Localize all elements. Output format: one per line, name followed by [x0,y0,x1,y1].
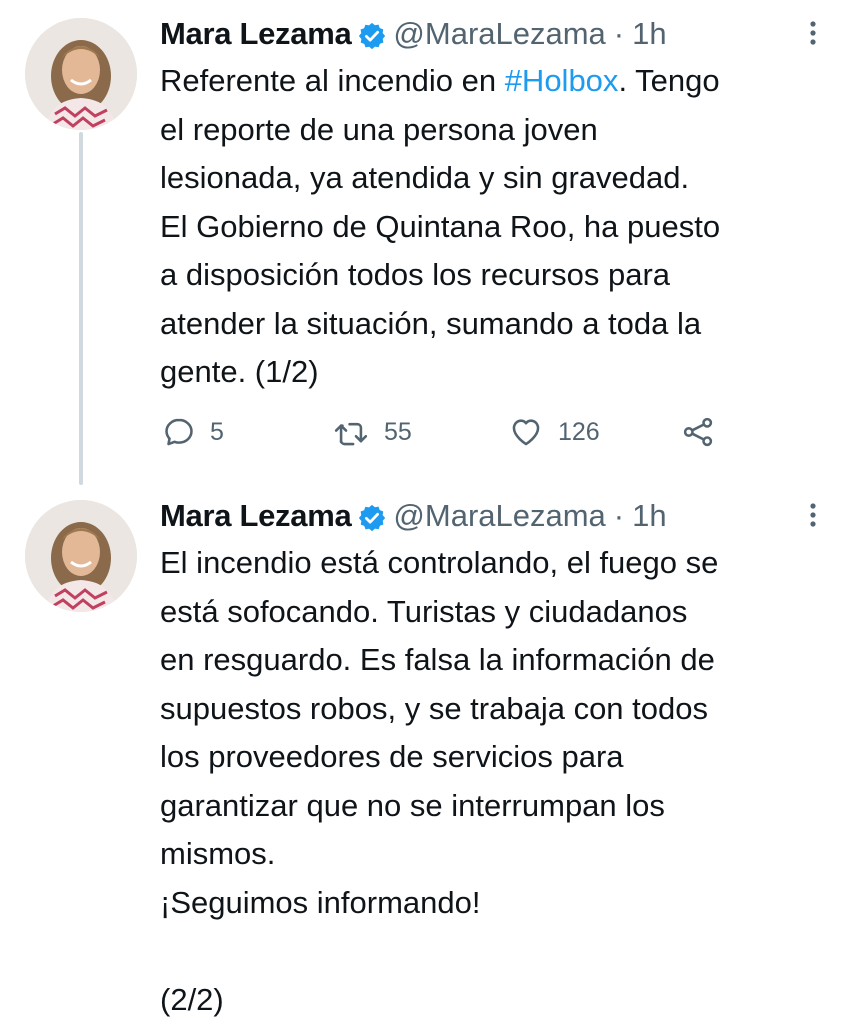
more-options-icon[interactable] [806,18,820,48]
like-count: 126 [558,417,600,446]
handle[interactable]: @MaraLezama [393,494,605,538]
thread-connector-line [79,132,83,485]
reply-count: 5 [210,417,224,446]
tweet-header: Mara Lezama @MaraLezama · 1h [160,494,667,538]
more-options-icon[interactable] [806,500,820,530]
tweet-text-part: Referente al incendio en [160,63,505,98]
avatar[interactable] [25,18,137,130]
avatar[interactable] [25,500,137,612]
tweet-text: El incendio está controlando, el fuego s… [160,545,719,1017]
reply-button[interactable]: 5 [162,410,224,454]
tweet-actions: 5 55 126 [160,410,760,454]
verified-badge-icon [357,19,387,50]
retweet-count: 55 [384,417,412,446]
hashtag-link[interactable]: #Holbox [505,63,619,98]
share-icon [683,417,713,447]
tweet-header: Mara Lezama @MaraLezama · 1h [160,12,667,56]
display-name[interactable]: Mara Lezama [160,12,352,56]
retweet-icon [334,422,368,446]
retweet-button[interactable]: 55 [332,410,412,454]
timestamp[interactable]: 1h [632,494,666,538]
avatar-image [25,500,137,612]
handle[interactable]: @MaraLezama [393,12,605,56]
tweet-text-part: . Tengo el reporte de una persona joven … [160,63,721,389]
separator-dot: · [613,16,625,51]
share-button[interactable] [680,410,716,454]
avatar-image [25,18,137,130]
like-button[interactable]: 126 [508,410,600,454]
separator-dot: · [613,498,625,533]
like-icon [512,419,540,446]
verified-badge-icon [357,501,387,532]
reply-icon [165,418,193,446]
tweet-text: Referente al incendio en #Holbox. Tengo … [160,57,840,397]
timestamp[interactable]: 1h [632,12,666,56]
display-name[interactable]: Mara Lezama [160,494,352,538]
